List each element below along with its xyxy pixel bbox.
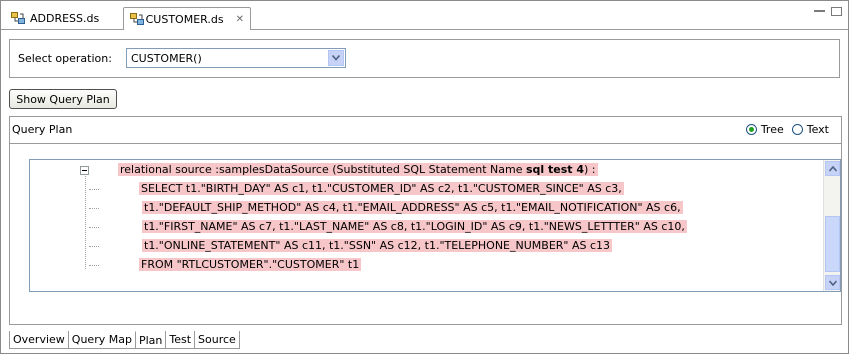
tab-source[interactable]: Source — [194, 331, 240, 349]
operation-select[interactable]: CUSTOMER() — [126, 48, 346, 68]
query-plan-tree[interactable]: relational source :samplesDataSource (Su… — [29, 159, 841, 292]
tab-query-map[interactable]: Query Map — [67, 331, 136, 349]
tab-label: ADDRESS.ds — [30, 11, 100, 25]
child-node-text: FROM "RTLCUSTOMER"."CUSTOMER" t1 — [139, 258, 362, 271]
child-node-text: t1."FIRST_NAME" AS c7, t1."LAST_NAME" AS… — [142, 220, 687, 233]
query-plan-group: Query Plan Tree Text relational source :… — [9, 116, 842, 325]
child-node-text: SELECT t1."BIRTH_DAY" AS c1, t1."CUSTOME… — [139, 182, 624, 195]
child-node-text: t1."DEFAULT_SHIP_METHOD" AS c4, t1."EMAI… — [142, 201, 683, 214]
tab-test[interactable]: Test — [165, 331, 196, 349]
tab-customer[interactable]: CUSTOMER.ds ✕ — [123, 7, 251, 30]
minimize-icon[interactable] — [814, 10, 825, 12]
scrollbar-thumb[interactable] — [825, 216, 840, 272]
root-node-text: relational source :samplesDataSource (Su… — [120, 163, 526, 176]
vertical-scrollbar[interactable] — [823, 160, 840, 291]
text-radio-label[interactable]: Text — [807, 123, 829, 136]
text-radio[interactable] — [791, 124, 803, 135]
operation-selected-value: CUSTOMER() — [131, 52, 202, 65]
tree-radio[interactable] — [745, 124, 757, 135]
statement-name: sql test 4 — [525, 163, 585, 176]
chevron-down-icon[interactable] — [328, 50, 344, 66]
query-plan-header: Query Plan Tree Text — [10, 117, 841, 144]
datasource-icon — [130, 12, 144, 26]
tree-root-node[interactable]: relational source :samplesDataSource (Su… — [118, 162, 598, 178]
show-query-plan-button[interactable]: Show Query Plan — [9, 89, 117, 109]
tab-address[interactable]: ADDRESS.ds — [5, 7, 119, 29]
editor-tab-bar: ADDRESS.ds CUSTOMER.ds ✕ — [1, 1, 848, 30]
tab-plan[interactable]: Plan — [134, 331, 167, 349]
datasource-icon — [11, 11, 26, 25]
close-icon[interactable]: ✕ — [236, 14, 244, 25]
scroll-down-icon[interactable] — [825, 275, 840, 290]
editor-page-tabs: Overview Query Map Plan Test Source — [9, 331, 240, 349]
operation-panel: Select operation: CUSTOMER() — [9, 39, 840, 78]
tree-connector — [85, 176, 87, 269]
tree-child-node[interactable]: FROM "RTLCUSTOMER"."CUSTOMER" t1 — [139, 257, 362, 273]
tab-overview[interactable]: Overview — [9, 331, 69, 349]
editor-frame: ADDRESS.ds CUSTOMER.ds ✕ Select operatio… — [0, 0, 849, 354]
tab-label: CUSTOMER.ds — [145, 12, 224, 26]
maximize-icon[interactable] — [831, 7, 842, 16]
tree-child-node[interactable]: t1."DEFAULT_SHIP_METHOD" AS c4, t1."EMAI… — [142, 200, 683, 216]
collapse-icon[interactable] — [80, 166, 89, 175]
window-controls — [814, 7, 842, 16]
child-node-text: t1."ONLINE_STATEMENT" AS c11, t1."SSN" A… — [142, 239, 613, 252]
view-mode-radios: Tree Text — [745, 123, 833, 136]
operation-label: Select operation: — [18, 52, 112, 65]
tree-radio-label[interactable]: Tree — [761, 123, 784, 136]
tree-child-node[interactable]: t1."ONLINE_STATEMENT" AS c11, t1."SSN" A… — [142, 238, 613, 254]
tree-child-node[interactable]: t1."FIRST_NAME" AS c7, t1."LAST_NAME" AS… — [142, 219, 687, 235]
scroll-up-icon[interactable] — [825, 161, 840, 176]
root-node-suffix: ) : — [584, 163, 596, 176]
tree-child-node[interactable]: SELECT t1."BIRTH_DAY" AS c1, t1."CUSTOME… — [139, 181, 624, 197]
query-plan-title: Query Plan — [12, 123, 73, 136]
